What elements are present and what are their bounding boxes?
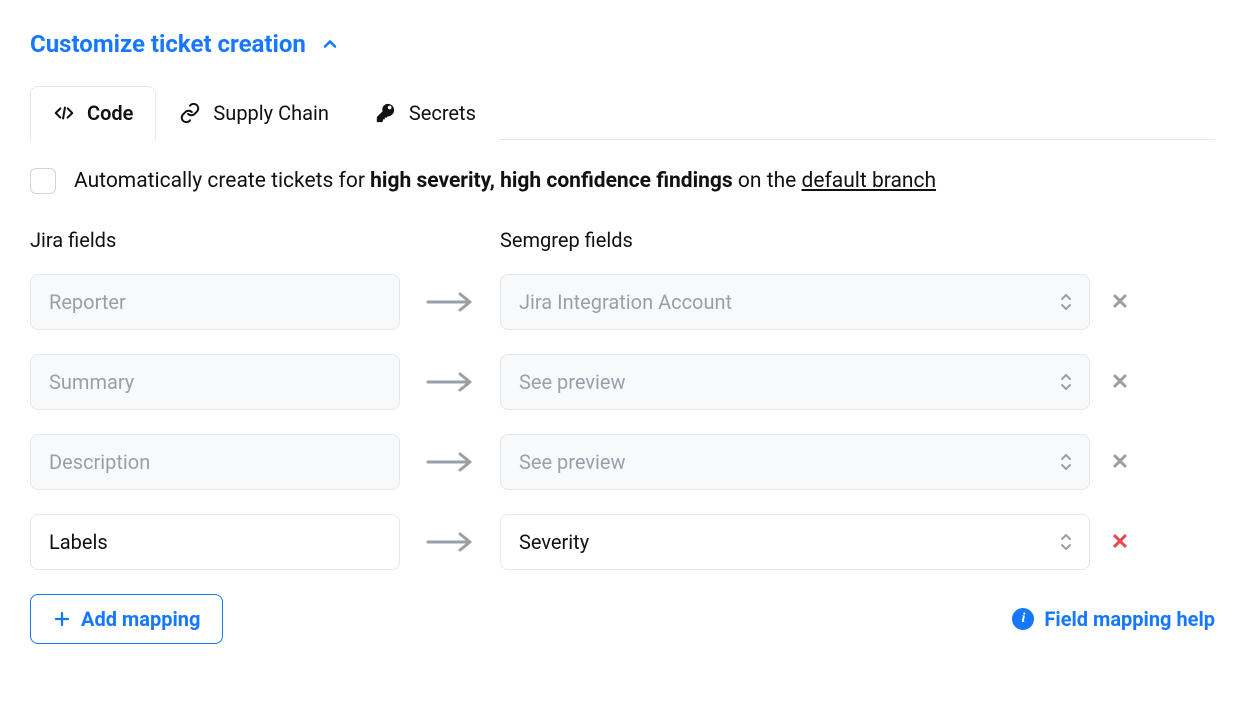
add-mapping-label: Add mapping [81, 607, 200, 631]
jira-field-input: Reporter [30, 274, 400, 330]
link-icon [179, 102, 201, 124]
auto-create-checkbox[interactable] [30, 168, 56, 194]
delete-mapping-button: ✕ [1100, 282, 1140, 322]
jira-field-value: Summary [49, 370, 134, 394]
section-title: Customize ticket creation [30, 30, 306, 58]
mapping-row: Summary See preview ✕ [30, 354, 1215, 410]
semgrep-field-value: See preview [519, 370, 626, 394]
code-icon [53, 102, 75, 124]
tab-label: Supply Chain [213, 101, 328, 125]
auto-create-branch: default branch [802, 169, 937, 193]
mapping-row: Reporter Jira Integration Account ✕ [30, 274, 1215, 330]
plus-icon [53, 610, 71, 628]
select-caret-icon [1059, 293, 1073, 311]
tab-secrets[interactable]: Secrets [352, 86, 499, 140]
semgrep-field-select: Jira Integration Account [500, 274, 1090, 330]
delete-mapping-button[interactable]: ✕ [1100, 522, 1140, 562]
arrow-icon [400, 452, 500, 472]
auto-create-label: Automatically create tickets for high se… [74, 169, 936, 193]
select-caret-icon [1059, 533, 1073, 551]
semgrep-field-value: Severity [519, 530, 589, 554]
delete-mapping-button: ✕ [1100, 442, 1140, 482]
jira-field-value: Labels [49, 530, 108, 554]
jira-field-select[interactable]: Labels [30, 514, 400, 570]
arrow-icon [400, 372, 500, 392]
tab-supply-chain[interactable]: Supply Chain [156, 86, 351, 140]
section-toggle[interactable]: Customize ticket creation [30, 30, 1215, 58]
footer: Add mapping i Field mapping help [30, 594, 1215, 644]
select-caret-icon [1059, 373, 1073, 391]
auto-create-row: Automatically create tickets for high se… [30, 168, 1215, 194]
auto-create-middle: on the [733, 169, 802, 193]
semgrep-field-select: See preview [500, 434, 1090, 490]
chevron-up-icon [320, 34, 340, 54]
semgrep-field-select: See preview [500, 354, 1090, 410]
field-mapping-help-link[interactable]: i Field mapping help [1012, 607, 1215, 631]
arrow-icon [400, 532, 500, 552]
column-headers: Jira fields Semgrep fields [30, 228, 1215, 252]
mapping-row: Labels Severity ✕ [30, 514, 1215, 570]
jira-field-value: Description [49, 450, 150, 474]
jira-fields-header: Jira fields [30, 228, 400, 252]
delete-mapping-button: ✕ [1100, 362, 1140, 402]
help-link-label: Field mapping help [1044, 607, 1215, 631]
tab-code[interactable]: Code [30, 86, 156, 140]
arrow-icon [400, 292, 500, 312]
semgrep-fields-header: Semgrep fields [500, 228, 1090, 252]
add-mapping-button[interactable]: Add mapping [30, 594, 223, 644]
jira-field-input: Summary [30, 354, 400, 410]
tab-label: Code [87, 101, 133, 125]
tabs: Code Supply Chain Secrets [30, 86, 1215, 140]
semgrep-field-value: See preview [519, 450, 626, 474]
jira-field-value: Reporter [49, 290, 126, 314]
jira-field-input: Description [30, 434, 400, 490]
semgrep-field-select[interactable]: Severity [500, 514, 1090, 570]
semgrep-field-value: Jira Integration Account [519, 290, 732, 314]
select-caret-icon [1059, 453, 1073, 471]
auto-create-prefix: Automatically create tickets for [74, 169, 370, 193]
mapping-row: Description See preview ✕ [30, 434, 1215, 490]
auto-create-bold: high severity, high confidence findings [370, 169, 733, 193]
tab-label: Secrets [409, 101, 476, 125]
info-icon: i [1012, 608, 1034, 630]
key-icon [375, 102, 397, 124]
